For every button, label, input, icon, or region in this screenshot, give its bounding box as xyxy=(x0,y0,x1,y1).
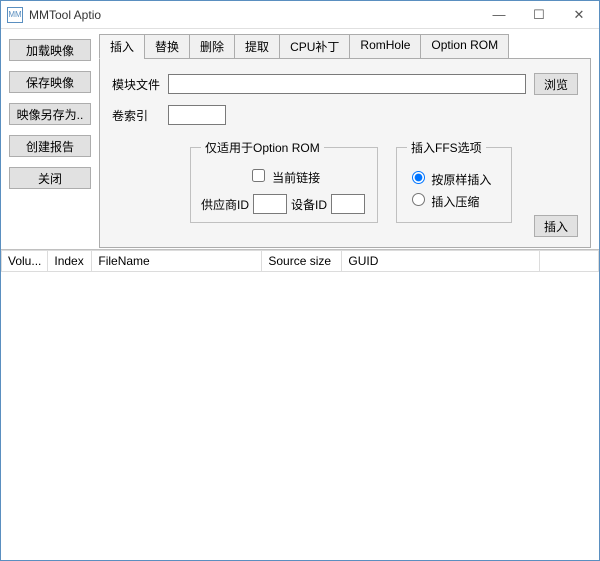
app-icon: MM xyxy=(7,7,23,23)
browse-button[interactable]: 浏览 xyxy=(534,73,578,95)
vendor-id-input[interactable] xyxy=(253,194,287,214)
tab-romhole[interactable]: RomHole xyxy=(349,34,421,59)
tab-extract[interactable]: 提取 xyxy=(234,34,280,59)
sidebar: 加载映像 保存映像 映像另存为.. 创建报告 关闭 xyxy=(1,29,99,249)
main-area: 插入 替换 删除 提取 CPU补丁 RomHole Option ROM 模块文… xyxy=(99,29,599,249)
radio-insert-compress[interactable] xyxy=(412,193,425,206)
radio-insert-asis[interactable] xyxy=(412,171,425,184)
module-table[interactable]: Volu... Index FileName Source size GUID xyxy=(1,249,599,559)
group-ffs: 插入FFS选项 按原样插入 插入压缩 xyxy=(396,139,512,223)
tab-delete[interactable]: 删除 xyxy=(189,34,235,59)
insert-button[interactable]: 插入 xyxy=(534,215,578,237)
upper-content: 加载映像 保存映像 映像另存为.. 创建报告 关闭 插入 替换 删除 提取 CP… xyxy=(1,29,599,249)
col-spacer xyxy=(540,251,599,272)
current-link-checkbox-label[interactable]: 当前链接 xyxy=(248,171,320,185)
device-id-input[interactable] xyxy=(331,194,365,214)
save-image-button[interactable]: 保存映像 xyxy=(9,71,91,93)
col-volume[interactable]: Volu... xyxy=(2,251,48,272)
volindex-input[interactable] xyxy=(168,105,226,125)
close-button[interactable]: 关闭 xyxy=(9,167,91,189)
col-index[interactable]: Index xyxy=(48,251,92,272)
device-id-label: 设备ID xyxy=(291,196,327,213)
titlebar: MM MMTool Aptio — ☐ ✕ xyxy=(1,1,599,29)
radio-insert-compress-label[interactable]: 插入压缩 xyxy=(407,190,501,210)
tab-insert[interactable]: 插入 xyxy=(99,34,145,59)
col-filename[interactable]: FileName xyxy=(92,251,262,272)
radio-insert-asis-label[interactable]: 按原样插入 xyxy=(407,168,501,188)
tab-bar: 插入 替换 删除 提取 CPU补丁 RomHole Option ROM xyxy=(99,33,591,58)
window-title: MMTool Aptio xyxy=(29,8,479,22)
tab-optionrom[interactable]: Option ROM xyxy=(420,34,509,59)
tab-replace[interactable]: 替换 xyxy=(144,34,190,59)
load-image-button[interactable]: 加载映像 xyxy=(9,39,91,61)
tab-panel: 模块文件 浏览 卷索引 仅适用于Option ROM 当前链接 xyxy=(99,58,591,248)
create-report-button[interactable]: 创建报告 xyxy=(9,135,91,157)
group-optionrom-legend: 仅适用于Option ROM xyxy=(201,139,324,156)
group-optionrom: 仅适用于Option ROM 当前链接 供应商ID 设备ID xyxy=(190,139,378,223)
col-guid[interactable]: GUID xyxy=(342,251,540,272)
table-header-row: Volu... Index FileName Source size GUID xyxy=(2,251,599,272)
volindex-label: 卷索引 xyxy=(112,107,168,124)
saveas-image-button[interactable]: 映像另存为.. xyxy=(9,103,91,125)
tab-cpupatch[interactable]: CPU补丁 xyxy=(279,34,350,59)
group-ffs-legend: 插入FFS选项 xyxy=(407,139,486,156)
minimize-button[interactable]: — xyxy=(479,1,519,29)
module-file-input[interactable] xyxy=(168,74,526,94)
current-link-checkbox[interactable] xyxy=(252,169,265,182)
maximize-button[interactable]: ☐ xyxy=(519,1,559,29)
col-sourcesize[interactable]: Source size xyxy=(262,251,342,272)
module-file-label: 模块文件 xyxy=(112,76,168,93)
close-window-button[interactable]: ✕ xyxy=(559,1,599,29)
vendor-id-label: 供应商ID xyxy=(201,196,249,213)
